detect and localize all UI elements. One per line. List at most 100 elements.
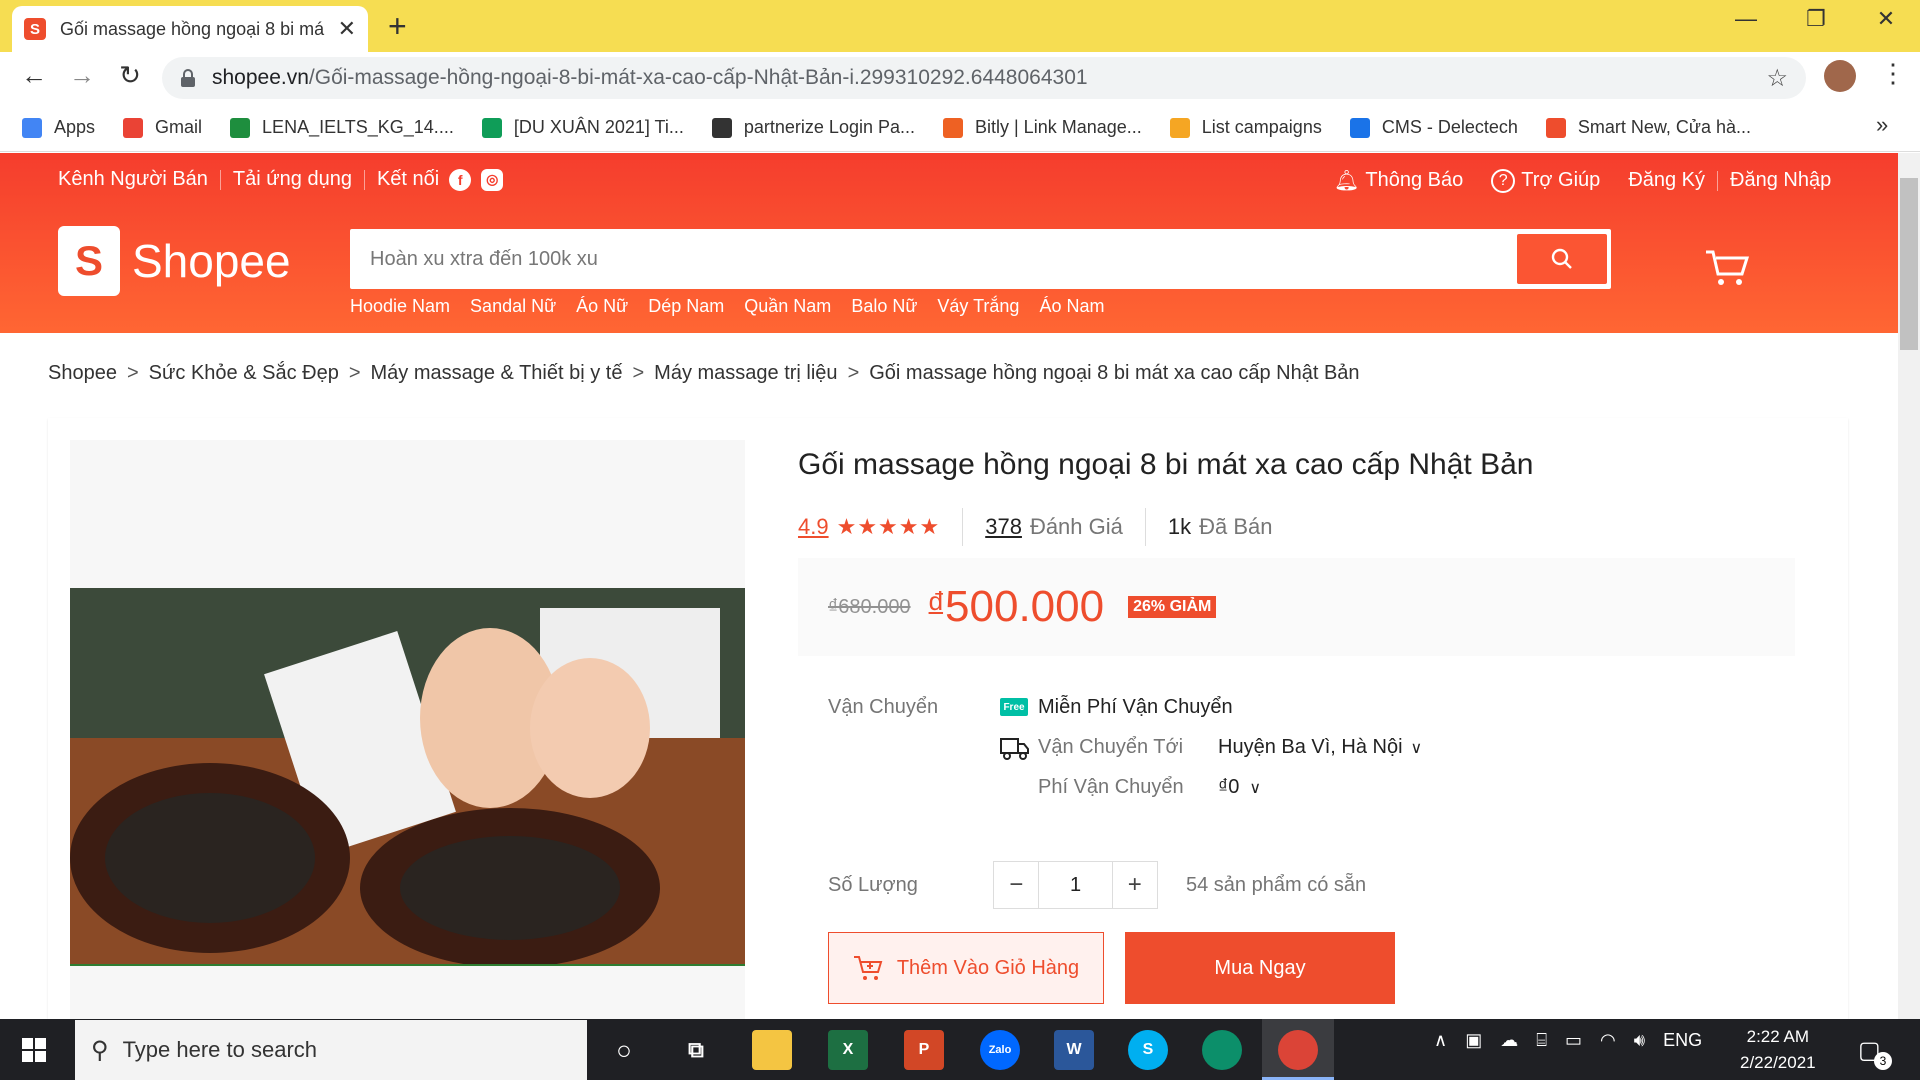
chevron-right-icon: > [348, 362, 361, 384]
restore-icon[interactable]: ❐ [1796, 6, 1836, 32]
facebook-icon[interactable]: f [449, 168, 472, 191]
bookmarks-overflow-icon[interactable]: » [1876, 112, 1888, 138]
meet-now-icon[interactable]: ▣ [1465, 1030, 1482, 1051]
bookmark-star-icon[interactable]: ☆ [1766, 64, 1788, 93]
buy-now-button[interactable]: Mua Ngay [1125, 932, 1395, 1004]
reload-icon[interactable]: ↻ [110, 60, 150, 91]
bookmark-item[interactable]: Bitly | Link Manage... [943, 117, 1142, 138]
taskbar-search[interactable]: ⚲ Type here to search [75, 1020, 587, 1080]
quantity-input[interactable]: 1 [1039, 862, 1111, 908]
bookmark-item[interactable]: CMS - Delectech [1349, 117, 1518, 138]
chevron-up-icon[interactable]: ∧ [1434, 1030, 1447, 1051]
hotword-link[interactable]: Quần Nam [744, 296, 831, 317]
windows-start-icon[interactable] [22, 1038, 46, 1062]
search-bar[interactable]: Hoàn xu xtra đến 100k xu [350, 229, 1611, 289]
shopee-bag-icon [1545, 117, 1566, 138]
new-tab-button[interactable]: + [388, 10, 407, 42]
hotword-link[interactable]: Áo Nam [1039, 296, 1104, 317]
back-icon[interactable]: ← [14, 60, 54, 91]
help-icon: ? [1491, 168, 1516, 193]
hotword-link[interactable]: Dép Nam [648, 296, 724, 317]
decrease-button[interactable]: − [994, 862, 1040, 908]
taskbar-clock[interactable]: 2:22 AM 2/22/2021 [1740, 1024, 1816, 1076]
bookmark-item[interactable]: Apps [22, 117, 95, 138]
rating-row: 4.9 ★★★★★ 378 Đánh Giá 1k Đã Bán [798, 508, 1273, 546]
close-tab-icon[interactable]: ✕ [338, 16, 356, 42]
search-icon [1551, 248, 1572, 269]
free-shipping-icon: Free [1000, 698, 1028, 716]
ship-fee-label: Phí Vận Chuyển [1038, 776, 1184, 798]
battery-icon[interactable]: ▭ [1565, 1030, 1582, 1051]
add-to-cart-button[interactable]: Thêm Vào Giỏ Hàng [828, 932, 1104, 1004]
register-link[interactable]: Đăng Ký [1628, 169, 1705, 192]
reviews-count[interactable]: 378 [985, 514, 1022, 540]
seller-channel-link[interactable]: Kênh Người Bán [58, 168, 208, 191]
taskbar-search-input[interactable]: Type here to search [123, 1037, 317, 1063]
scrollbar-thumb[interactable] [1900, 178, 1918, 350]
word-icon[interactable]: W [1054, 1030, 1094, 1070]
file-explorer-icon[interactable] [752, 1030, 792, 1070]
excel-icon[interactable]: X [828, 1030, 868, 1070]
breadcrumb-item[interactable]: Shopee [48, 362, 117, 385]
increase-button[interactable]: + [1111, 862, 1157, 908]
address-bar[interactable]: shopee.vn /Gối-massage-hồng-ngoại-8-bi-m… [162, 57, 1806, 99]
product-photo[interactable] [70, 588, 745, 966]
ship-fee-value: ₫0 [1218, 776, 1240, 798]
skype-icon[interactable]: S [1128, 1030, 1168, 1070]
bookmark-label: [DU XUÂN 2021] Ti... [513, 117, 684, 137]
quantity-label: Số Lượng [828, 874, 918, 896]
bookmark-item[interactable]: List campaigns [1169, 117, 1322, 138]
forward-icon[interactable]: → [62, 60, 102, 91]
minimize-icon[interactable]: — [1726, 6, 1766, 32]
hotword-link[interactable]: Balo Nữ [851, 296, 917, 317]
zalo-icon[interactable]: Zalo [980, 1030, 1020, 1070]
reviews-label: Đánh Giá [1029, 514, 1123, 539]
edge-icon[interactable] [1202, 1030, 1242, 1070]
ship-to-dropdown[interactable]: Huyện Ba Vì, Hà Nội ∨ [1218, 736, 1422, 759]
bookmark-item[interactable]: partnerize Login Pa... [711, 117, 915, 138]
powerpoint-icon[interactable]: P [904, 1030, 944, 1070]
bookmark-item[interactable]: Smart New, Cửa hà... [1545, 117, 1751, 138]
truck-icon [1000, 738, 1029, 760]
hotword-link[interactable]: Hoodie Nam [350, 296, 450, 317]
star-rating-icon: ★★★★★ [836, 514, 941, 539]
login-link[interactable]: Đăng Nhập [1730, 169, 1831, 192]
task-view-icon[interactable]: ⧉ [676, 1030, 716, 1070]
profile-avatar[interactable] [1824, 60, 1856, 92]
bookmark-item[interactable]: [DU XUÂN 2021] Ti... [481, 117, 684, 138]
search-input[interactable]: Hoàn xu xtra đến 100k xu [354, 248, 1517, 271]
hotword-link[interactable]: Sandal Nữ [470, 296, 556, 317]
bookmark-label: Bitly | Link Manage... [975, 117, 1142, 137]
browser-tab[interactable]: S Gối massage hồng ngoại 8 bi má ✕ [12, 6, 368, 52]
lock-icon [181, 69, 195, 87]
instagram-icon[interactable]: ◎ [481, 168, 504, 191]
onedrive-icon[interactable]: ☁ [1500, 1030, 1518, 1051]
bookmark-item[interactable]: LENA_IELTS_KG_14.... [230, 117, 454, 138]
help-link[interactable]: Trợ Giúp [1521, 169, 1600, 192]
shopee-logo[interactable]: S Shopee [58, 226, 291, 296]
breadcrumb: Shopee > Sức Khỏe & Sắc Đẹp > Máy massage … [48, 362, 1360, 385]
bookmark-item[interactable]: Gmail [123, 117, 202, 138]
hotword-link[interactable]: Váy Trắng [937, 296, 1019, 317]
breadcrumb-item[interactable]: Sức Khỏe & Sắc Đẹp [149, 362, 339, 385]
partnerize-icon [711, 117, 732, 138]
language-indicator[interactable]: ENG [1663, 1030, 1702, 1051]
ship-fee-dropdown[interactable]: ₫0 ∨ [1218, 776, 1261, 799]
volume-icon[interactable]: 🔊︎ [1634, 1030, 1645, 1051]
breadcrumb-item[interactable]: Máy massage & Thiết bị y tế [371, 362, 623, 385]
rating-value[interactable]: 4.9 [798, 514, 829, 540]
cortana-icon[interactable]: ○ [604, 1030, 644, 1070]
search-button[interactable] [1517, 234, 1607, 284]
breadcrumb-item[interactable]: Máy massage trị liệu [654, 362, 837, 385]
divider [1144, 508, 1146, 546]
hotword-link[interactable]: Áo Nữ [576, 296, 628, 317]
divider [363, 169, 365, 190]
notifications-link[interactable]: Thông Báo [1365, 169, 1463, 192]
wifi-icon[interactable]: ◠ [1600, 1030, 1616, 1051]
download-app-link[interactable]: Tải ứng dụng [233, 168, 352, 191]
bell-icon: 🔔︎ [1334, 170, 1360, 192]
close-window-icon[interactable]: ✕ [1866, 6, 1906, 32]
network-icon[interactable]: ⌸ [1536, 1030, 1547, 1051]
cart-icon[interactable] [1704, 248, 1750, 288]
menu-kebab-icon[interactable]: ⋮ [1880, 58, 1906, 89]
